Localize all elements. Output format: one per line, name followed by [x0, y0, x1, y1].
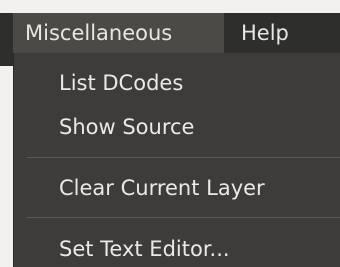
menu-separator — [27, 157, 340, 158]
menu-item-clear-current-layer[interactable]: Clear Current Layer — [59, 176, 265, 200]
menu-miscellaneous[interactable]: Miscellaneous — [13, 13, 224, 53]
application-window: Miscellaneous Help List DCodes Show Sour… — [0, 0, 340, 267]
menu-item-list-dcodes[interactable]: List DCodes — [59, 71, 183, 95]
menu-help[interactable]: Help — [237, 13, 307, 53]
miscellaneous-dropdown-menu: List DCodes Show Source Clear Current La… — [13, 53, 340, 267]
menu-separator — [27, 217, 340, 218]
menu-item-set-text-editor[interactable]: Set Text Editor... — [59, 237, 230, 261]
menu-item-show-source[interactable]: Show Source — [59, 115, 194, 139]
window-edge — [0, 0, 340, 13]
